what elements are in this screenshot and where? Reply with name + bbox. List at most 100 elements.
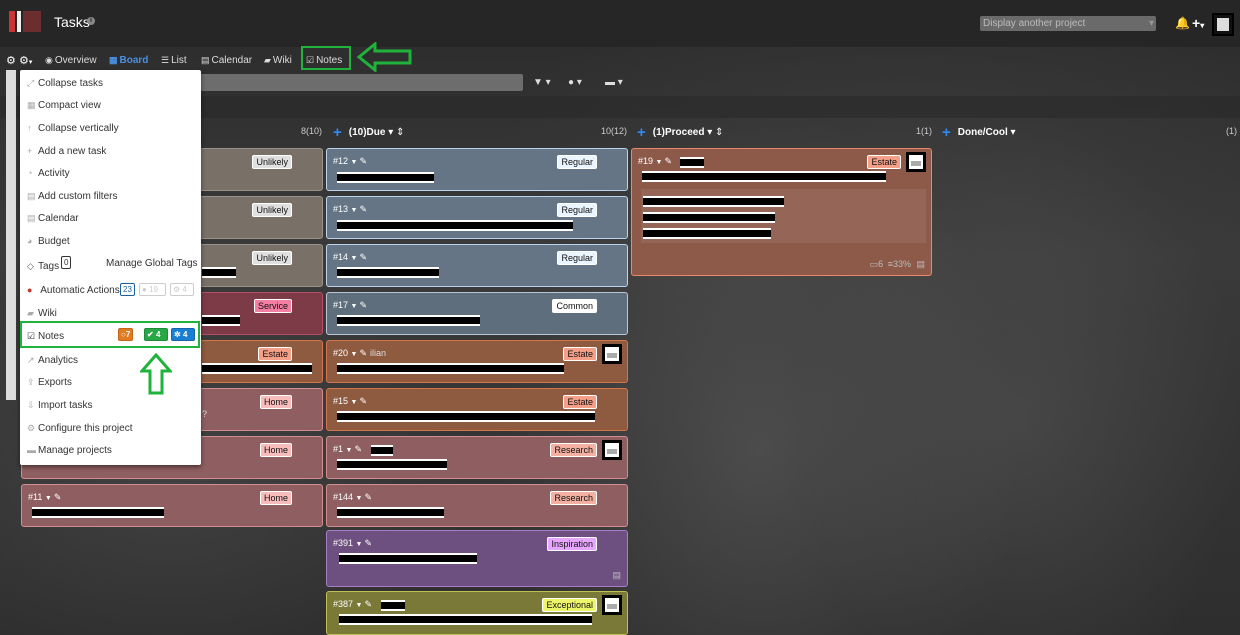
- tab-overview[interactable]: ◉ Overview: [45, 55, 97, 66]
- avatar[interactable]: [1212, 13, 1234, 36]
- app-logo[interactable]: [9, 11, 47, 32]
- task-card[interactable]: #14 ▼ ✎ Regular: [326, 244, 628, 287]
- filter-button[interactable]: ▼ ▾: [533, 74, 551, 91]
- menu-item-analytics[interactable]: ↗ Analytics: [27, 355, 78, 366]
- edit-icon[interactable]: ✎: [359, 204, 367, 214]
- card-tag[interactable]: Research: [550, 443, 597, 457]
- add-task-icon[interactable]: +: [942, 124, 951, 141]
- card-tag[interactable]: Unlikely: [252, 251, 292, 265]
- card-id[interactable]: #1 ▼ ✎: [333, 444, 362, 455]
- chevron-down-icon[interactable]: ▼: [351, 207, 358, 214]
- tab-calendar[interactable]: ▤ Calendar: [201, 55, 252, 66]
- settings-menu-button[interactable]: ⚙▾: [19, 54, 32, 67]
- search-input[interactable]: [200, 74, 523, 91]
- chevron-down-icon[interactable]: ▼: [656, 159, 663, 166]
- edit-icon[interactable]: ✎: [359, 300, 367, 310]
- menu-item-exports[interactable]: ⇪ Exports: [27, 377, 72, 388]
- card-id[interactable]: #387 ▼ ✎: [333, 599, 372, 610]
- chevron-down-icon[interactable]: ▼: [356, 541, 363, 548]
- add-task-icon[interactable]: +: [333, 124, 342, 141]
- chevron-down-icon[interactable]: ▼: [351, 159, 358, 166]
- edit-icon[interactable]: ✎: [364, 492, 372, 502]
- card-tag[interactable]: Home: [259, 395, 292, 409]
- gear-icon[interactable]: ⚙: [6, 54, 16, 67]
- card-tag[interactable]: Service: [253, 299, 292, 313]
- card-tag[interactable]: Regular: [557, 203, 597, 217]
- info-icon[interactable]: i: [87, 17, 95, 25]
- chevron-down-icon[interactable]: ▼: [346, 447, 353, 454]
- menu-item-budget[interactable]: ◕ Budget: [27, 236, 70, 247]
- edit-icon[interactable]: ✎: [54, 492, 62, 502]
- card-tag[interactable]: Home: [259, 443, 292, 457]
- edit-icon[interactable]: ✎: [664, 156, 672, 166]
- edit-icon[interactable]: ✎: [359, 396, 367, 406]
- column-header-proceed[interactable]: + (1)Proceed ▾ ⇕: [637, 122, 723, 141]
- task-card[interactable]: #15 ▼ ✎ Estate: [326, 388, 628, 431]
- edit-icon[interactable]: ✎: [364, 599, 372, 609]
- menu-item-tags[interactable]: ◇ Tags: [27, 261, 59, 272]
- tab-wiki[interactable]: ▰ Wiki: [264, 55, 292, 66]
- add-task-icon[interactable]: +: [637, 124, 646, 141]
- card-id[interactable]: #11 ▼ ✎: [28, 492, 61, 503]
- chevron-down-icon[interactable]: ▼: [351, 351, 358, 358]
- menu-item-add-task[interactable]: + Add a new task: [27, 146, 106, 157]
- card-tag[interactable]: Exceptional: [542, 598, 597, 612]
- card-id[interactable]: #13 ▼ ✎: [333, 204, 367, 215]
- card-id[interactable]: #17 ▼ ✎: [333, 300, 367, 311]
- edit-icon[interactable]: ✎: [354, 444, 362, 454]
- task-card[interactable]: #20 ▼ ✎ ilian Estate: [326, 340, 628, 383]
- card-id[interactable]: #14 ▼ ✎: [333, 252, 367, 263]
- card-id[interactable]: #19 ▼ ✎: [638, 156, 672, 167]
- chevron-down-icon[interactable]: ▼: [356, 602, 363, 609]
- plus-menu-button[interactable]: +▾: [1192, 15, 1204, 31]
- tab-board[interactable]: ▦ Board: [109, 55, 148, 66]
- chevron-down-icon[interactable]: ▼: [356, 495, 363, 502]
- card-id[interactable]: #20 ▼ ✎ ilian: [333, 348, 386, 359]
- project-select[interactable]: Display another project ▾: [980, 16, 1156, 31]
- task-card[interactable]: #391 ▼ ✎ Inspiration ▤: [326, 530, 628, 587]
- column-header-done[interactable]: + Done/Cool ▾: [942, 122, 1016, 141]
- project-filter-button[interactable]: ▬ ▾: [605, 74, 623, 91]
- menu-item-import-tasks[interactable]: ⇩ Import tasks: [27, 400, 92, 411]
- card-id[interactable]: #15 ▼ ✎: [333, 396, 367, 407]
- card-tag[interactable]: Estate: [563, 347, 597, 361]
- menu-item-calendar[interactable]: ▤ Calendar: [27, 213, 79, 224]
- card-tag[interactable]: Regular: [557, 155, 597, 169]
- card-tag[interactable]: Unlikely: [252, 155, 292, 169]
- bell-icon[interactable]: 🔔: [1175, 16, 1190, 30]
- chevron-down-icon[interactable]: ▼: [45, 495, 52, 502]
- comments-icon[interactable]: ▭: [870, 259, 879, 269]
- chevron-down-icon[interactable]: ▼: [351, 255, 358, 262]
- card-id[interactable]: #12 ▼ ✎: [333, 156, 367, 167]
- card-tag[interactable]: Home: [259, 491, 292, 505]
- task-card[interactable]: #387 ▼ ✎ Exceptional: [326, 591, 628, 635]
- chevron-down-icon[interactable]: ▼: [351, 303, 358, 310]
- task-card[interactable]: #11 ▼ ✎ Home: [21, 484, 323, 527]
- menu-item-wiki[interactable]: ▰ Wiki: [27, 308, 57, 319]
- card-id[interactable]: #391 ▼ ✎: [333, 538, 372, 549]
- task-card[interactable]: #144 ▼ ✎ Research: [326, 484, 628, 527]
- card-tag[interactable]: Research: [550, 491, 597, 505]
- card-tag[interactable]: Inspiration: [547, 537, 597, 551]
- card-tag[interactable]: Estate: [867, 155, 901, 169]
- description-icon[interactable]: ▤: [612, 570, 621, 581]
- user-filter-button[interactable]: ● ▾: [568, 74, 582, 91]
- description-icon[interactable]: ▤: [916, 259, 925, 269]
- menu-item-collapse-tasks[interactable]: ⤢ Collapse tasks: [27, 78, 103, 89]
- menu-item-manage-projects[interactable]: ▬ Manage projects: [27, 445, 112, 456]
- card-tag[interactable]: Common: [552, 299, 597, 313]
- edit-icon[interactable]: ✎: [359, 348, 367, 358]
- column-header-due[interactable]: + (10)Due ▾ ⇕: [333, 122, 404, 141]
- task-card[interactable]: #17 ▼ ✎ Common: [326, 292, 628, 335]
- menu-item-custom-filters[interactable]: ▤ Add custom filters: [27, 191, 117, 202]
- edit-icon[interactable]: ✎: [364, 538, 372, 548]
- task-card[interactable]: #13 ▼ ✎ Regular: [326, 196, 628, 239]
- card-tag[interactable]: Unlikely: [252, 203, 292, 217]
- edit-icon[interactable]: ✎: [359, 252, 367, 262]
- card-tag[interactable]: Estate: [258, 347, 292, 361]
- tab-list[interactable]: ☰ List: [161, 55, 187, 66]
- menu-item-collapse-vertically[interactable]: ↑ Collapse vertically: [27, 123, 119, 134]
- task-card[interactable]: #1 ▼ ✎ Research: [326, 436, 628, 479]
- edit-icon[interactable]: ✎: [359, 156, 367, 166]
- manage-global-tags-link[interactable]: Manage Global Tags: [106, 258, 198, 269]
